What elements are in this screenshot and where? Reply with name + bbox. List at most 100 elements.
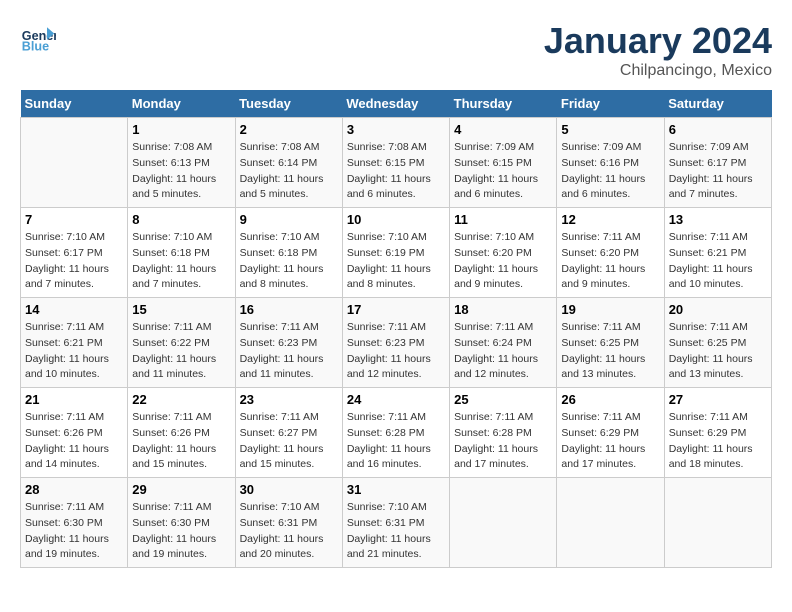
day-cell: 29 Sunrise: 7:11 AM Sunset: 6:30 PM Dayli… bbox=[128, 478, 235, 568]
day-info: Sunrise: 7:11 AM Sunset: 6:23 PM Dayligh… bbox=[347, 320, 445, 383]
day-cell: 9 Sunrise: 7:10 AM Sunset: 6:18 PM Daylig… bbox=[235, 208, 342, 298]
day-cell: 15 Sunrise: 7:11 AM Sunset: 6:22 PM Dayli… bbox=[128, 298, 235, 388]
day-info: Sunrise: 7:09 AM Sunset: 6:17 PM Dayligh… bbox=[669, 140, 767, 203]
day-number: 10 bbox=[347, 212, 445, 227]
header-cell-thursday: Thursday bbox=[450, 90, 557, 118]
day-number: 4 bbox=[454, 122, 552, 137]
day-info: Sunrise: 7:10 AM Sunset: 6:31 PM Dayligh… bbox=[347, 500, 445, 563]
day-info: Sunrise: 7:08 AM Sunset: 6:15 PM Dayligh… bbox=[347, 140, 445, 203]
header-cell-monday: Monday bbox=[128, 90, 235, 118]
day-info: Sunrise: 7:11 AM Sunset: 6:26 PM Dayligh… bbox=[132, 410, 230, 473]
day-number: 28 bbox=[25, 482, 123, 497]
day-number: 8 bbox=[132, 212, 230, 227]
svg-text:Blue: Blue bbox=[22, 40, 49, 54]
week-row-4: 21 Sunrise: 7:11 AM Sunset: 6:26 PM Dayli… bbox=[21, 388, 772, 478]
day-number: 19 bbox=[561, 302, 659, 317]
day-number: 13 bbox=[669, 212, 767, 227]
day-cell: 5 Sunrise: 7:09 AM Sunset: 6:16 PM Daylig… bbox=[557, 118, 664, 208]
day-info: Sunrise: 7:10 AM Sunset: 6:20 PM Dayligh… bbox=[454, 230, 552, 293]
day-number: 20 bbox=[669, 302, 767, 317]
day-info: Sunrise: 7:08 AM Sunset: 6:13 PM Dayligh… bbox=[132, 140, 230, 203]
day-info: Sunrise: 7:11 AM Sunset: 6:29 PM Dayligh… bbox=[561, 410, 659, 473]
day-number: 3 bbox=[347, 122, 445, 137]
day-number: 22 bbox=[132, 392, 230, 407]
day-info: Sunrise: 7:11 AM Sunset: 6:22 PM Dayligh… bbox=[132, 320, 230, 383]
header-cell-wednesday: Wednesday bbox=[342, 90, 449, 118]
day-cell: 30Sunrise: 7:10 AM Sunset: 6:31 PM Dayli… bbox=[235, 478, 342, 568]
day-info: Sunrise: 7:11 AM Sunset: 6:29 PM Dayligh… bbox=[669, 410, 767, 473]
day-info: Sunrise: 7:11 AM Sunset: 6:30 PM Dayligh… bbox=[25, 500, 123, 563]
day-cell bbox=[557, 478, 664, 568]
day-cell: 2Sunrise: 7:08 AM Sunset: 6:14 PM Daylig… bbox=[235, 118, 342, 208]
calendar-table: SundayMondayTuesdayWednesdayThursdayFrid… bbox=[20, 90, 772, 568]
day-number: 27 bbox=[669, 392, 767, 407]
day-number: 14 bbox=[25, 302, 123, 317]
header-cell-tuesday: Tuesday bbox=[235, 90, 342, 118]
day-cell: 24 Sunrise: 7:11 AM Sunset: 6:28 PM Dayli… bbox=[342, 388, 449, 478]
day-info: Sunrise: 7:11 AM Sunset: 6:30 PM Dayligh… bbox=[132, 500, 230, 563]
week-row-3: 14 Sunrise: 7:11 AM Sunset: 6:21 PM Dayli… bbox=[21, 298, 772, 388]
header-cell-saturday: Saturday bbox=[664, 90, 771, 118]
day-info: Sunrise: 7:11 AM Sunset: 6:28 PM Dayligh… bbox=[347, 410, 445, 473]
week-row-2: 7 Sunrise: 7:10 AM Sunset: 6:17 PM Daylig… bbox=[21, 208, 772, 298]
header-row: SundayMondayTuesdayWednesdayThursdayFrid… bbox=[21, 90, 772, 118]
day-number: 7 bbox=[25, 212, 123, 227]
calendar-title: January 2024 bbox=[544, 20, 772, 62]
day-cell: 3 Sunrise: 7:08 AM Sunset: 6:15 PM Daylig… bbox=[342, 118, 449, 208]
day-number: 24 bbox=[347, 392, 445, 407]
day-cell: 12 Sunrise: 7:11 AM Sunset: 6:20 PM Dayli… bbox=[557, 208, 664, 298]
day-cell: 19Sunrise: 7:11 AM Sunset: 6:25 PM Dayli… bbox=[557, 298, 664, 388]
day-cell: 13 Sunrise: 7:11 AM Sunset: 6:21 PM Dayli… bbox=[664, 208, 771, 298]
logo-icon: General Blue bbox=[20, 20, 56, 56]
day-number: 18 bbox=[454, 302, 552, 317]
day-info: Sunrise: 7:10 AM Sunset: 6:18 PM Dayligh… bbox=[132, 230, 230, 293]
day-number: 21 bbox=[25, 392, 123, 407]
day-cell: 7 Sunrise: 7:10 AM Sunset: 6:17 PM Daylig… bbox=[21, 208, 128, 298]
day-number: 29 bbox=[132, 482, 230, 497]
day-info: Sunrise: 7:11 AM Sunset: 6:23 PM Dayligh… bbox=[240, 320, 338, 383]
day-cell: 6Sunrise: 7:09 AM Sunset: 6:17 PM Daylig… bbox=[664, 118, 771, 208]
day-cell: 14 Sunrise: 7:11 AM Sunset: 6:21 PM Dayli… bbox=[21, 298, 128, 388]
day-number: 15 bbox=[132, 302, 230, 317]
day-info: Sunrise: 7:11 AM Sunset: 6:24 PM Dayligh… bbox=[454, 320, 552, 383]
day-cell: 1Sunrise: 7:08 AM Sunset: 6:13 PM Daylig… bbox=[128, 118, 235, 208]
header-cell-sunday: Sunday bbox=[21, 90, 128, 118]
day-cell: 26 Sunrise: 7:11 AM Sunset: 6:29 PM Dayli… bbox=[557, 388, 664, 478]
day-cell: 16 Sunrise: 7:11 AM Sunset: 6:23 PM Dayli… bbox=[235, 298, 342, 388]
day-info: Sunrise: 7:10 AM Sunset: 6:18 PM Dayligh… bbox=[240, 230, 338, 293]
week-row-5: 28 Sunrise: 7:11 AM Sunset: 6:30 PM Dayli… bbox=[21, 478, 772, 568]
day-info: Sunrise: 7:08 AM Sunset: 6:14 PM Dayligh… bbox=[240, 140, 338, 203]
calendar-subtitle: Chilpancingo, Mexico bbox=[544, 62, 772, 80]
day-cell bbox=[450, 478, 557, 568]
day-info: Sunrise: 7:09 AM Sunset: 6:15 PM Dayligh… bbox=[454, 140, 552, 203]
day-info: Sunrise: 7:11 AM Sunset: 6:21 PM Dayligh… bbox=[669, 230, 767, 293]
day-number: 31 bbox=[347, 482, 445, 497]
day-info: Sunrise: 7:09 AM Sunset: 6:16 PM Dayligh… bbox=[561, 140, 659, 203]
day-number: 9 bbox=[240, 212, 338, 227]
day-cell bbox=[664, 478, 771, 568]
day-info: Sunrise: 7:11 AM Sunset: 6:27 PM Dayligh… bbox=[240, 410, 338, 473]
day-cell: 17 Sunrise: 7:11 AM Sunset: 6:23 PM Dayli… bbox=[342, 298, 449, 388]
day-number: 12 bbox=[561, 212, 659, 227]
day-number: 5 bbox=[561, 122, 659, 137]
day-info: Sunrise: 7:11 AM Sunset: 6:20 PM Dayligh… bbox=[561, 230, 659, 293]
day-number: 17 bbox=[347, 302, 445, 317]
day-cell: 28 Sunrise: 7:11 AM Sunset: 6:30 PM Dayli… bbox=[21, 478, 128, 568]
day-info: Sunrise: 7:11 AM Sunset: 6:28 PM Dayligh… bbox=[454, 410, 552, 473]
day-info: Sunrise: 7:10 AM Sunset: 6:31 PM Dayligh… bbox=[240, 500, 338, 563]
day-cell: 18 Sunrise: 7:11 AM Sunset: 6:24 PM Dayli… bbox=[450, 298, 557, 388]
day-info: Sunrise: 7:11 AM Sunset: 6:25 PM Dayligh… bbox=[669, 320, 767, 383]
day-number: 23 bbox=[240, 392, 338, 407]
day-number: 26 bbox=[561, 392, 659, 407]
day-cell bbox=[21, 118, 128, 208]
day-info: Sunrise: 7:11 AM Sunset: 6:21 PM Dayligh… bbox=[25, 320, 123, 383]
logo: General Blue bbox=[20, 20, 56, 56]
day-number: 16 bbox=[240, 302, 338, 317]
page-header: General Blue January 2024 Chilpancingo, … bbox=[20, 20, 772, 80]
day-info: Sunrise: 7:10 AM Sunset: 6:17 PM Dayligh… bbox=[25, 230, 123, 293]
day-cell: 4 Sunrise: 7:09 AM Sunset: 6:15 PM Daylig… bbox=[450, 118, 557, 208]
day-number: 25 bbox=[454, 392, 552, 407]
day-cell: 22 Sunrise: 7:11 AM Sunset: 6:26 PM Dayli… bbox=[128, 388, 235, 478]
day-cell: 31 Sunrise: 7:10 AM Sunset: 6:31 PM Dayli… bbox=[342, 478, 449, 568]
day-cell: 11Sunrise: 7:10 AM Sunset: 6:20 PM Dayli… bbox=[450, 208, 557, 298]
